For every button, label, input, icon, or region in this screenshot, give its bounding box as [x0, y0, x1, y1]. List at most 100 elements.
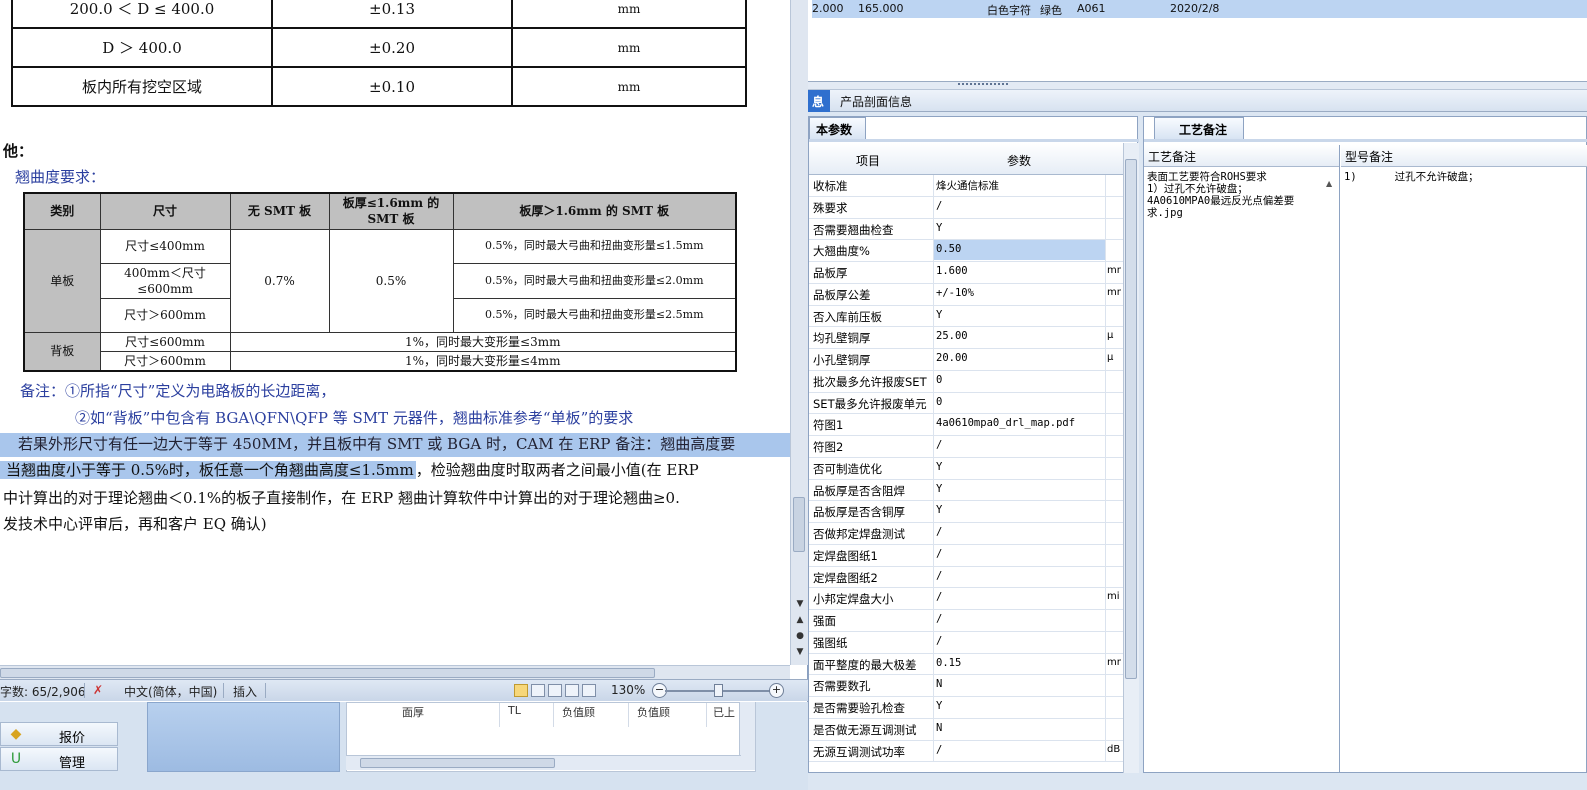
param-row[interactable]: 强面 /: [809, 610, 1123, 632]
param-row[interactable]: 小孔壁铜厚 20.00 μ: [809, 349, 1123, 371]
scroll-thumb[interactable]: [0, 668, 655, 678]
param-row[interactable]: SET最多允许报废单元 0: [809, 392, 1123, 415]
paragraph-text: ，检验翘曲度时取两者之间最小值(在 ERP: [415, 461, 699, 479]
param-value[interactable]: Y: [936, 222, 1106, 234]
order-grid[interactable]: 2.000 165.000 白色字符 绿色 A061 2020/2/8: [808, 0, 1587, 82]
param-value[interactable]: 25.00: [936, 330, 1106, 342]
param-row[interactable]: 大翘曲度% 0.50: [809, 240, 1123, 262]
param-value[interactable]: 20.00: [936, 352, 1106, 364]
params-vertical-scrollbar[interactable]: [1123, 143, 1139, 773]
zoom-level[interactable]: 130%: [611, 683, 645, 697]
nav-item-quote[interactable]: ◆ 报价: [0, 722, 118, 746]
param-value[interactable]: 0.15: [936, 657, 1106, 669]
language-indicator[interactable]: 中文(简体，中国): [124, 683, 217, 700]
param-value[interactable]: Y: [936, 700, 1106, 712]
param-row[interactable]: 品板厚是否含阻焊 Y: [809, 479, 1123, 502]
scroll-up-icon[interactable]: ▲: [1326, 179, 1332, 188]
param-value[interactable]: /: [936, 548, 1106, 560]
panel-splitter[interactable]: [808, 82, 1587, 90]
param-value[interactable]: Y: [936, 309, 1106, 321]
tab-process-notes[interactable]: 工艺备注: [1154, 117, 1244, 139]
zoom-slider-handle[interactable]: [714, 684, 723, 697]
param-row[interactable]: 是否需要验孔检查 Y: [809, 697, 1123, 719]
param-row[interactable]: 均孔壁铜厚 25.00 μ: [809, 327, 1123, 349]
tab-info[interactable]: 息: [808, 90, 830, 112]
param-value[interactable]: 0: [936, 374, 1106, 386]
param-row[interactable]: 是否做无源互调测试 N: [809, 718, 1123, 741]
next-page-icon[interactable]: ▼: [794, 646, 806, 658]
param-row[interactable]: 否入库前压板 Y: [809, 305, 1123, 328]
param-row[interactable]: 定焊盘图纸1 /: [809, 544, 1123, 567]
param-value[interactable]: 4a0610mpa0_drl_map.pdf: [936, 417, 1106, 429]
param-value[interactable]: /: [936, 570, 1106, 582]
param-value[interactable]: /: [936, 200, 1106, 212]
param-value[interactable]: /: [936, 591, 1106, 603]
param-row[interactable]: 符图2 /: [809, 436, 1123, 458]
splitter-grip[interactable]: [958, 83, 1008, 87]
zoom-in-icon[interactable]: +: [769, 683, 784, 698]
draft-view-icon[interactable]: [582, 684, 596, 697]
tab-basic-params[interactable]: 本参数: [809, 117, 866, 139]
grid-horizontal-scrollbar[interactable]: [346, 755, 741, 770]
previous-page-icon[interactable]: ▲: [794, 614, 806, 626]
param-value[interactable]: 1.600: [936, 265, 1106, 277]
param-row[interactable]: 小邦定焊盘大小 / mi: [809, 588, 1123, 610]
param-row[interactable]: 批次最多允许报废SET 0: [809, 370, 1123, 393]
param-row[interactable]: 面平整度的最大极差 0.15mm: [809, 653, 1123, 676]
column-header-item[interactable]: 项目: [856, 152, 880, 169]
outline-view-icon[interactable]: [565, 684, 579, 697]
scroll-thumb[interactable]: [360, 758, 555, 768]
param-row[interactable]: 定焊盘图纸2 /: [809, 566, 1123, 589]
param-value[interactable]: 0: [936, 396, 1106, 408]
model-notes-header: 型号备注: [1341, 145, 1587, 167]
param-value[interactable]: N: [936, 722, 1106, 734]
nav-item-manage[interactable]: U 管理: [0, 747, 118, 771]
param-row[interactable]: 否可制造优化 Y: [809, 457, 1123, 480]
param-row[interactable]: 品板厚 1.600mm: [809, 262, 1123, 284]
word-count[interactable]: 字数: 65/2,906: [0, 683, 86, 700]
params-list[interactable]: 收标准烽火通信标准殊要求/否需要翘曲检查Y大翘曲度%0.50品板厚1.600mm…: [809, 175, 1123, 775]
param-row[interactable]: 否做邦定焊盘测试 /: [809, 523, 1123, 545]
insert-mode[interactable]: 插入: [233, 683, 257, 700]
param-value[interactable]: Y: [936, 461, 1106, 473]
document-horizontal-scrollbar[interactable]: [0, 665, 790, 679]
print-layout-icon[interactable]: [514, 684, 528, 697]
scroll-thumb[interactable]: [1125, 159, 1137, 679]
document-page[interactable]: 200.0 ＜ D ≤ 400.0 ±0.13 mm D ＞ 400.0 ±0.…: [0, 0, 790, 665]
tab-section-info[interactable]: 产品剖面信息: [840, 93, 912, 110]
param-row[interactable]: 否需要数孔 N: [809, 675, 1123, 697]
param-value[interactable]: Y: [936, 504, 1106, 516]
param-value[interactable]: /: [936, 526, 1106, 538]
param-value[interactable]: 0.50: [934, 240, 1105, 261]
document-vertical-scrollbar[interactable]: ▼ ▲ ● ▼: [790, 0, 808, 665]
browse-object-icon[interactable]: ●: [794, 630, 806, 642]
param-row[interactable]: 强图纸 /: [809, 631, 1123, 654]
param-value[interactable]: /: [936, 635, 1106, 647]
param-value[interactable]: N: [936, 678, 1106, 690]
param-value[interactable]: +/-10%: [936, 287, 1106, 299]
table-row[interactable]: 2.000 165.000 白色字符 绿色 A061 2020/2/8: [812, 0, 1587, 18]
proofing-icon[interactable]: ✗: [93, 683, 103, 697]
param-value[interactable]: /: [936, 613, 1106, 625]
param-row[interactable]: 符图1 4a0610mpa0_drl_map.pdf: [809, 414, 1123, 436]
scroll-down-icon[interactable]: ▼: [794, 598, 806, 610]
scroll-thumb[interactable]: [793, 497, 805, 552]
grid-vertical-scrollbar[interactable]: [739, 702, 755, 770]
param-value[interactable]: /: [936, 744, 1106, 756]
param-row[interactable]: 品板厚公差 +/-10%mm: [809, 283, 1123, 306]
param-row[interactable]: 收标准 烽火通信标准: [809, 175, 1123, 197]
param-value[interactable]: /: [936, 439, 1106, 451]
param-value[interactable]: 烽火通信标准: [936, 178, 1106, 193]
divider: [933, 327, 934, 348]
param-value[interactable]: Y: [936, 483, 1106, 495]
param-row[interactable]: 殊要求 /: [809, 196, 1123, 219]
param-row[interactable]: 否需要翘曲检查 Y: [809, 218, 1123, 241]
web-layout-icon[interactable]: [548, 684, 562, 697]
notes-scrollbar[interactable]: ▲: [1326, 171, 1338, 771]
param-row[interactable]: 品板厚是否含铜厚 Y: [809, 501, 1123, 523]
column-header-param[interactable]: 参数: [1007, 152, 1031, 169]
param-row[interactable]: 无源互调测试功率 / dB: [809, 740, 1123, 763]
reading-layout-icon[interactable]: [531, 684, 545, 697]
model-notes-text[interactable]: 1) 过孔不允许破盘；: [1344, 171, 1574, 183]
process-notes-text[interactable]: 表面工艺要符合ROHS要求 1）过孔不允许破盘； 4A0610MPA0最远反光点…: [1147, 171, 1323, 219]
